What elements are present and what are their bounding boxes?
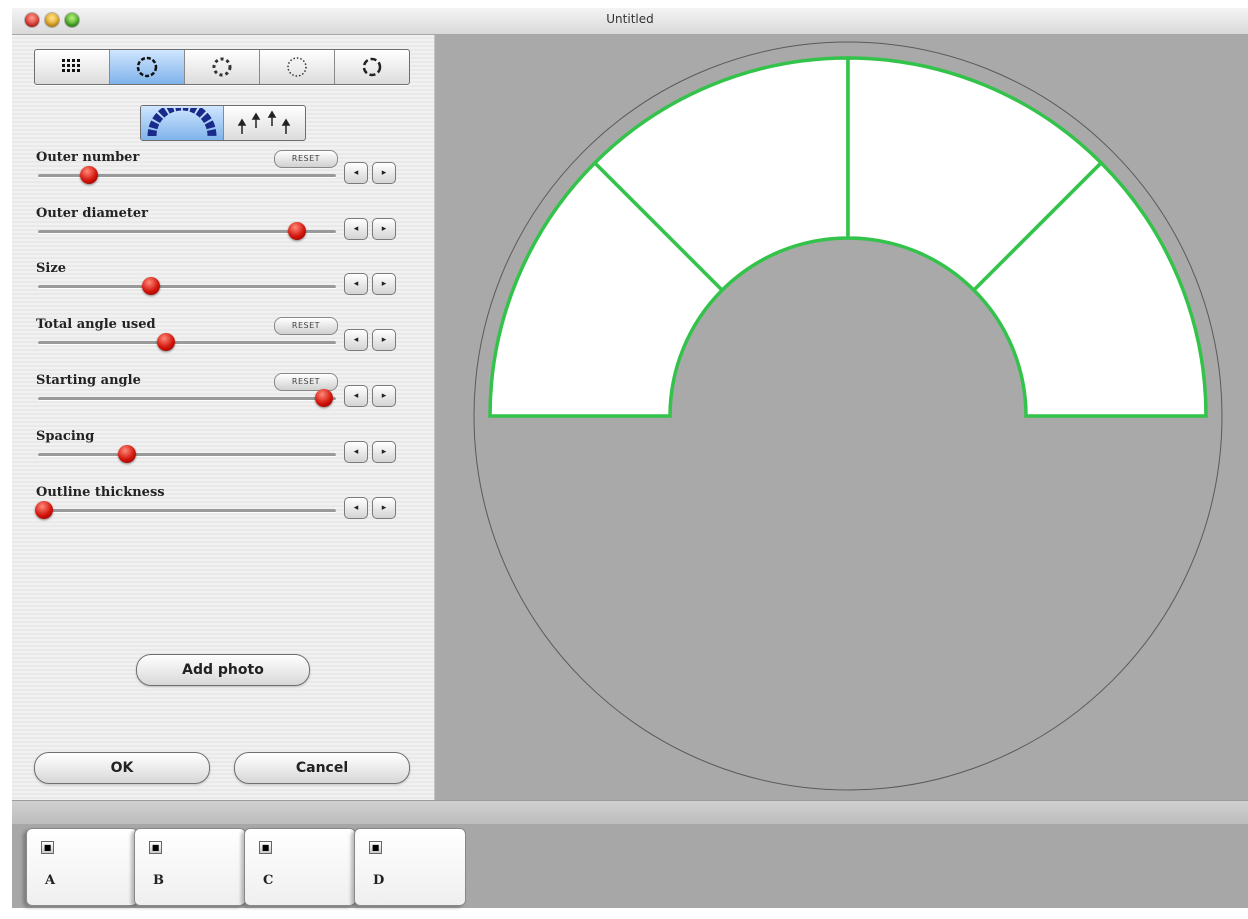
increment-button[interactable]: ▸ — [372, 162, 396, 184]
ok-button[interactable]: OK — [34, 752, 210, 784]
orientation-upright[interactable] — [224, 106, 306, 140]
tray-divider[interactable] — [12, 800, 1248, 825]
slider-knob[interactable] — [288, 222, 307, 240]
tile-checkbox[interactable]: ■ — [369, 841, 382, 854]
preview-drawing — [473, 41, 1223, 791]
control-starting-angle: Starting angle RESET ◂ ▸ — [36, 373, 428, 429]
increment-button[interactable]: ▸ — [372, 218, 396, 240]
photo-tray: ■ A ■ B ■ C ■ D — [12, 824, 1248, 908]
slider-knob[interactable] — [157, 333, 176, 351]
title-bar: Untitled — [12, 8, 1248, 35]
stepper: ◂ ▸ — [344, 162, 396, 184]
increment-button[interactable]: ▸ — [372, 497, 396, 519]
decrement-button[interactable]: ◂ — [344, 497, 368, 519]
layout-mode-dotted-ring[interactable] — [260, 50, 335, 84]
cancel-button[interactable]: Cancel — [234, 752, 410, 784]
add-photo-button[interactable]: Add photo — [136, 654, 310, 686]
decrement-button[interactable]: ◂ — [344, 218, 368, 240]
layout-mode-open-ring[interactable] — [335, 50, 409, 84]
orientation-selector — [140, 105, 306, 141]
tile-checkbox[interactable]: ■ — [259, 841, 272, 854]
reset-button[interactable]: RESET — [274, 150, 338, 168]
stepper: ◂ ▸ — [344, 385, 396, 407]
slider-track[interactable] — [38, 389, 336, 407]
tile-label: A — [45, 873, 56, 888]
stepper: ◂ ▸ — [344, 497, 396, 519]
tile-label: D — [373, 873, 385, 888]
tile-label: C — [263, 873, 274, 888]
control-label: Starting angle — [36, 373, 141, 388]
upright-arrows-icon — [237, 110, 291, 134]
slider-track[interactable] — [34, 501, 336, 519]
control-label: Total angle used — [36, 317, 156, 332]
slider-knob[interactable] — [34, 501, 53, 519]
layout-mode-selector — [34, 49, 410, 85]
preview-canvas[interactable] — [435, 35, 1248, 800]
photo-tile[interactable]: ■ A — [26, 828, 138, 906]
control-outline-thickness: Outline thickness ◂ ▸ — [34, 485, 428, 541]
decrement-button[interactable]: ◂ — [344, 385, 368, 407]
slider-track[interactable] — [38, 166, 336, 184]
photo-tile[interactable]: ■ B — [134, 828, 246, 906]
open-ring-layout-icon — [362, 57, 382, 77]
reset-button[interactable]: RESET — [274, 317, 338, 335]
slider-knob[interactable] — [79, 166, 98, 184]
photo-tile[interactable]: ■ D — [354, 828, 466, 906]
window-title: Untitled — [606, 12, 654, 26]
slider-knob[interactable] — [315, 389, 334, 407]
layout-mode-ring[interactable] — [185, 50, 260, 84]
slider-track[interactable] — [38, 222, 336, 240]
control-label: Outer number — [36, 150, 140, 165]
slider-track[interactable] — [38, 277, 336, 295]
reset-button[interactable]: RESET — [274, 373, 338, 391]
control-size: Size ◂ ▸ — [36, 261, 428, 317]
orientation-radial[interactable] — [141, 106, 224, 140]
tile-checkbox[interactable]: ■ — [149, 841, 162, 854]
stepper: ◂ ▸ — [344, 218, 396, 240]
control-label: Spacing — [36, 429, 95, 444]
control-spacing: Spacing ◂ ▸ — [36, 429, 428, 485]
decrement-button[interactable]: ◂ — [344, 273, 368, 295]
increment-button[interactable]: ▸ — [372, 385, 396, 407]
increment-button[interactable]: ▸ — [372, 441, 396, 463]
decrement-button[interactable]: ◂ — [344, 441, 368, 463]
control-label: Outer diameter — [36, 206, 149, 221]
control-outer-diameter: Outer diameter ◂ ▸ — [36, 206, 428, 262]
slider-track[interactable] — [38, 333, 336, 351]
stepper: ◂ ▸ — [344, 441, 396, 463]
dotted-ring-layout-icon — [287, 57, 307, 77]
circle-layout-icon — [136, 56, 158, 78]
decrement-button[interactable]: ◂ — [344, 329, 368, 351]
tile-checkbox[interactable]: ■ — [41, 841, 54, 854]
increment-button[interactable]: ▸ — [372, 329, 396, 351]
increment-button[interactable]: ▸ — [372, 273, 396, 295]
stepper: ◂ ▸ — [344, 273, 396, 295]
ring-layout-icon — [212, 57, 232, 77]
settings-panel: Outer number RESET ◂ ▸ Outer diameter ◂ ▸ Size ◂… — [12, 35, 435, 800]
radial-arc-icon — [147, 108, 217, 137]
layout-mode-circle[interactable] — [110, 50, 185, 84]
stepper: ◂ ▸ — [344, 329, 396, 351]
grid-layout-icon — [62, 59, 80, 72]
decrement-button[interactable]: ◂ — [344, 162, 368, 184]
photo-tile[interactable]: ■ C — [244, 828, 356, 906]
control-label: Size — [36, 261, 66, 276]
slider-knob[interactable] — [142, 277, 161, 295]
control-label: Outline thickness — [36, 485, 165, 500]
control-total-angle-used: Total angle used RESET ◂ ▸ — [36, 317, 428, 373]
layout-mode-grid[interactable] — [35, 50, 110, 84]
tile-label: B — [153, 873, 164, 888]
slider-knob[interactable] — [118, 445, 137, 463]
control-outer-number: Outer number RESET ◂ ▸ — [36, 150, 428, 206]
slider-track[interactable] — [38, 445, 336, 463]
segment-group — [488, 56, 1208, 418]
